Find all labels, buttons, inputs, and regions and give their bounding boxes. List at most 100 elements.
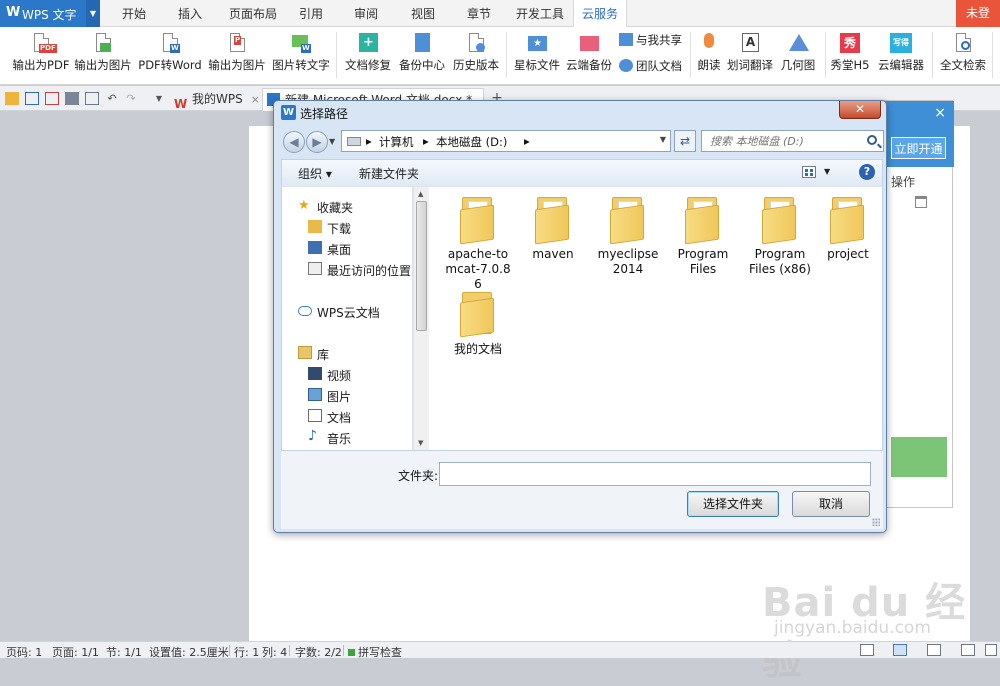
repair-icon: + bbox=[357, 32, 379, 54]
image-to-text-button[interactable]: W 图片转文字 bbox=[270, 30, 332, 82]
history-version-button[interactable]: 历史版本 bbox=[450, 30, 502, 82]
menu-bar: W WPS 文字 ▼ 开始 插入 页面布局 引用 审阅 视图 章节 开发工具 云… bbox=[0, 0, 1000, 28]
search-input[interactable] bbox=[706, 132, 856, 150]
folder-item[interactable]: myeclipse 2014 bbox=[591, 197, 665, 277]
tab-developer[interactable]: 开发工具 bbox=[510, 0, 570, 27]
help-icon[interactable]: ? bbox=[859, 164, 875, 180]
tab-chapter[interactable]: 章节 bbox=[458, 0, 500, 27]
breadcrumb-computer[interactable]: 计算机 bbox=[379, 134, 414, 150]
address-row: ◀ ▶ ▼ ▸ 计算机 ▸ 本地磁盘 (D:) ▸ ▼ ⇄ bbox=[281, 129, 884, 155]
new-folder-button[interactable]: 新建文件夹 bbox=[359, 165, 419, 182]
star-folder-icon: ★ bbox=[526, 32, 548, 54]
starred-files-button[interactable]: ★ 星标文件 bbox=[511, 30, 563, 82]
tab-cloud-service[interactable]: 云服务 bbox=[573, 0, 627, 28]
outline-view-icon[interactable] bbox=[961, 644, 975, 656]
chevron-down-icon[interactable]: ▼ bbox=[660, 135, 666, 144]
export-pdf-icon[interactable] bbox=[45, 92, 59, 105]
folder-path-input[interactable] bbox=[439, 462, 871, 486]
download-folder-icon bbox=[308, 220, 322, 233]
close-icon[interactable]: ✕ bbox=[839, 101, 881, 119]
tab-start[interactable]: 开始 bbox=[110, 0, 158, 27]
export-as-image-button[interactable]: P 输出为图片 bbox=[206, 30, 268, 82]
tab-view[interactable]: 视图 bbox=[402, 0, 444, 27]
tab-insert[interactable]: 插入 bbox=[166, 0, 214, 27]
scroll-up-icon[interactable]: ▲ bbox=[418, 190, 423, 198]
green-action-button[interactable] bbox=[891, 437, 947, 477]
cloud-editor-button[interactable]: 写得 云编辑器 bbox=[874, 30, 928, 82]
xiutang-h5-button[interactable]: 秀 秀堂H5 bbox=[828, 30, 872, 82]
fullscreen-icon[interactable] bbox=[860, 644, 874, 656]
doc-repair-button[interactable]: + 文档修复 bbox=[341, 30, 395, 82]
web-view-icon[interactable] bbox=[927, 644, 941, 656]
redo-icon[interactable]: ↷ bbox=[124, 92, 138, 105]
select-folder-button[interactable]: 选择文件夹 bbox=[687, 491, 779, 517]
close-icon[interactable]: × bbox=[934, 105, 946, 121]
resize-grip-icon[interactable] bbox=[872, 518, 880, 526]
app-menu-button[interactable]: W WPS 文字 ▼ bbox=[0, 0, 100, 27]
read-aloud-button[interactable]: 朗读 bbox=[694, 30, 724, 82]
microphone-icon bbox=[698, 32, 720, 54]
chevron-down-icon[interactable]: ▼ bbox=[329, 137, 335, 146]
reading-view-icon[interactable] bbox=[985, 644, 997, 656]
cancel-button[interactable]: 取消 bbox=[792, 491, 870, 517]
trash-icon[interactable] bbox=[915, 196, 927, 208]
status-bar: 页码: 1 页面: 1/1 节: 1/1 设置值: 2.5厘米 行: 1 列: … bbox=[0, 641, 1000, 659]
export-pdf-button[interactable]: PDF 输出为PDF bbox=[10, 30, 72, 82]
back-icon[interactable]: ◀ bbox=[283, 131, 305, 153]
folder-item[interactable]: 我的文档 bbox=[441, 292, 515, 357]
view-options-icon[interactable] bbox=[802, 166, 816, 178]
close-icon[interactable]: × bbox=[251, 93, 260, 106]
tab-page-layout[interactable]: 页面布局 bbox=[222, 0, 284, 27]
print-icon[interactable] bbox=[65, 92, 79, 105]
activate-now-button[interactable]: 立即开通 bbox=[891, 137, 946, 159]
tab-review[interactable]: 审阅 bbox=[345, 0, 387, 27]
tab-my-wps[interactable]: W 我的WPS × bbox=[170, 88, 262, 111]
separator bbox=[690, 32, 691, 78]
word-icon: W bbox=[159, 32, 181, 54]
folder-icon bbox=[760, 197, 800, 245]
music-icon: ♪ bbox=[308, 428, 317, 444]
separator bbox=[825, 32, 826, 78]
save-icon[interactable] bbox=[25, 92, 39, 105]
tab-references[interactable]: 引用 bbox=[290, 0, 332, 27]
translate-button[interactable]: A 划词翻译 bbox=[726, 30, 774, 82]
preview-icon[interactable] bbox=[85, 92, 99, 105]
open-icon[interactable] bbox=[5, 92, 19, 105]
chevron-down-icon[interactable]: ▼ bbox=[152, 92, 166, 105]
pdf-to-word-button[interactable]: W PDF转Word bbox=[136, 30, 204, 82]
app-name: WPS 文字 bbox=[22, 8, 77, 22]
chevron-down-icon[interactable]: ▼ bbox=[86, 0, 100, 27]
scroll-thumb[interactable] bbox=[416, 201, 427, 331]
image-icon bbox=[92, 32, 114, 54]
scroll-down-icon[interactable]: ▼ bbox=[418, 439, 423, 447]
address-bar[interactable]: ▸ 计算机 ▸ 本地磁盘 (D:) ▸ ▼ bbox=[341, 130, 671, 152]
forward-icon[interactable]: ▶ bbox=[306, 131, 328, 153]
team-docs-button[interactable]: 团队文档 bbox=[619, 58, 682, 76]
organize-button[interactable]: 组织 ▾ bbox=[298, 165, 332, 182]
folder-item[interactable]: maven bbox=[516, 197, 590, 262]
backup-center-button[interactable]: 备份中心 bbox=[396, 30, 448, 82]
share-icon bbox=[619, 33, 633, 46]
folder-icon bbox=[533, 197, 573, 245]
refresh-icon[interactable]: ⇄ bbox=[674, 130, 696, 152]
dialog-titlebar[interactable]: W 选择路径 ✕ bbox=[274, 101, 886, 125]
fulltext-search-button[interactable]: 全文检索 bbox=[937, 30, 989, 82]
cloud-backup-button[interactable]: 云端备份 bbox=[564, 30, 614, 82]
breadcrumb-local-disk[interactable]: 本地磁盘 (D:) bbox=[436, 134, 507, 150]
folder-item[interactable]: Program Files bbox=[666, 197, 740, 277]
folder-item[interactable]: project bbox=[811, 197, 885, 262]
geometry-button[interactable]: 几何图 bbox=[778, 30, 818, 82]
spell-check-icon bbox=[348, 649, 355, 656]
page-view-icon[interactable] bbox=[893, 644, 907, 656]
chevron-down-icon[interactable]: ▼ bbox=[824, 167, 830, 176]
shared-with-me-button[interactable]: 与我共享 bbox=[619, 32, 682, 50]
search-icon[interactable] bbox=[867, 135, 877, 145]
nav-scrollbar[interactable]: ▲ ▼ bbox=[413, 187, 429, 450]
export-image-button[interactable]: 输出为图片 bbox=[72, 30, 134, 82]
search-box[interactable] bbox=[701, 130, 884, 152]
login-button[interactable]: 未登 bbox=[956, 0, 1000, 27]
undo-icon[interactable]: ↶ bbox=[105, 92, 119, 105]
folder-icon bbox=[458, 292, 498, 338]
folder-item[interactable]: apache-to mcat-7.0.8 6 bbox=[441, 197, 515, 292]
document-icon bbox=[308, 409, 322, 422]
